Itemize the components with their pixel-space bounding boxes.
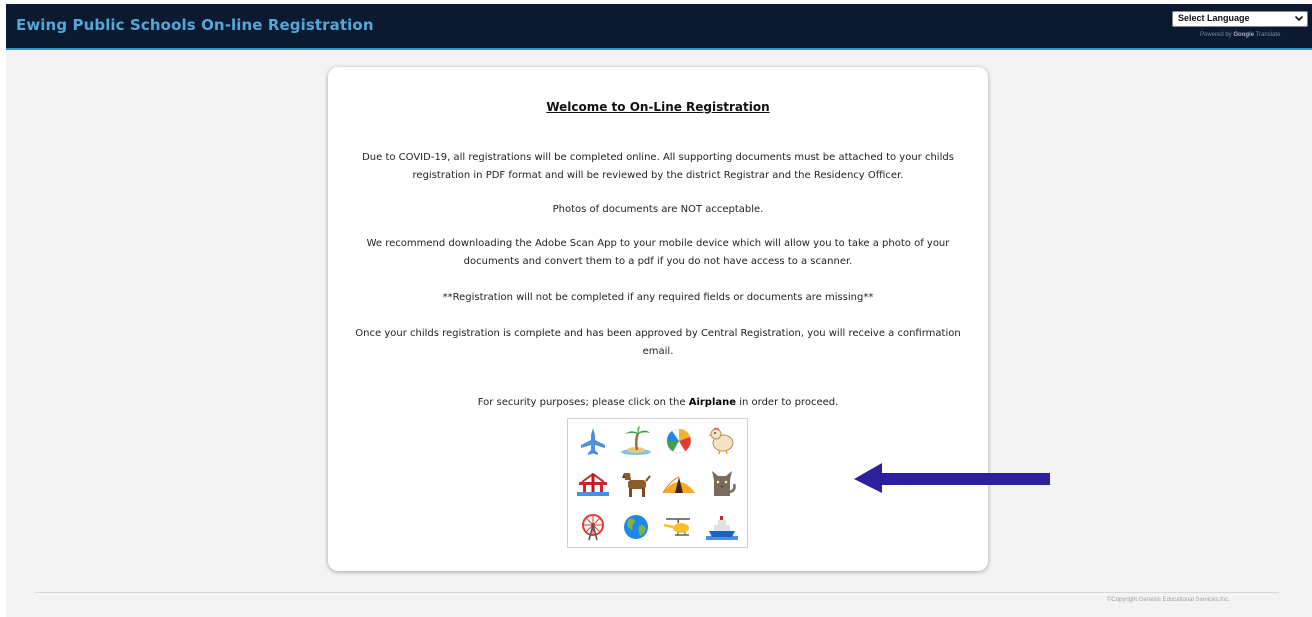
chevron-down-icon (1295, 16, 1303, 21)
captcha-item-bridge[interactable] (573, 466, 613, 502)
captcha-item-ferris-wheel[interactable] (573, 509, 613, 545)
captcha-item-ship[interactable] (702, 509, 742, 545)
captcha-item-globe[interactable] (616, 509, 656, 545)
card-title: Welcome to On-Line Registration (546, 100, 770, 114)
beach-ball-icon (666, 428, 692, 454)
ship-icon (706, 516, 738, 540)
powered-by-brand: Google (1233, 32, 1255, 38)
security-instruction: For security purposes; please click on t… (348, 394, 968, 412)
footer-divider (35, 592, 1279, 593)
language-select-value: Select Language (1178, 13, 1250, 23)
welcome-card: Welcome to On-Line Registration Due to C… (328, 67, 988, 571)
ferris-wheel-icon (582, 514, 604, 541)
powered-by-prefix: Powered by (1200, 32, 1234, 38)
captcha-item-beach-ball[interactable] (659, 423, 699, 459)
chicken-icon (708, 427, 734, 455)
globe-icon (624, 515, 648, 539)
viewport: Ewing Public Schools On-line Registratio… (0, 0, 1312, 617)
photos-notice: Photos of documents are NOT acceptable. (552, 204, 764, 215)
captcha-grid (567, 418, 748, 548)
page-header: Ewing Public Schools On-line Registratio… (6, 4, 1312, 50)
confirmation-paragraph: Once your childs registration is complet… (355, 328, 961, 357)
security-suffix: in order to proceed. (736, 397, 839, 408)
security-target: Airplane (688, 397, 737, 408)
captcha-item-dog[interactable] (616, 466, 656, 502)
palm-tree-island-icon (621, 426, 651, 455)
powered-by-translate[interactable]: Powered by Google Translate (1200, 32, 1280, 38)
captcha-item-airplane[interactable] (573, 423, 613, 459)
tent-icon (662, 476, 695, 494)
helicopter-icon (663, 518, 690, 536)
cat-icon (712, 471, 736, 496)
dog-icon (622, 473, 651, 497)
bridge-icon (577, 472, 609, 496)
powered-by-suffix: Translate (1254, 32, 1281, 38)
captcha-item-palm-island[interactable] (616, 423, 656, 459)
page-frame: Ewing Public Schools On-line Registratio… (6, 4, 1312, 617)
captcha-item-chicken[interactable] (702, 423, 742, 459)
copyright-text: ©Copyright Genesis Educational Services,… (1107, 597, 1230, 603)
captcha-item-helicopter[interactable] (659, 509, 699, 545)
adobe-scan-paragraph: We recommend downloading the Adobe Scan … (366, 238, 950, 267)
site-title[interactable]: Ewing Public Schools On-line Registratio… (16, 16, 374, 34)
required-fields-notice: **Registration will not be completed if … (442, 292, 874, 303)
security-prefix: For security purposes; please click on t… (477, 397, 689, 408)
captcha-item-tent[interactable] (659, 466, 699, 502)
arrow-left-icon (854, 463, 1050, 493)
captcha-item-cat[interactable] (702, 466, 742, 502)
airplane-icon (581, 428, 605, 455)
covid-paragraph: Due to COVID-19, all registrations will … (362, 152, 954, 181)
language-select[interactable]: Select Language (1172, 11, 1308, 27)
